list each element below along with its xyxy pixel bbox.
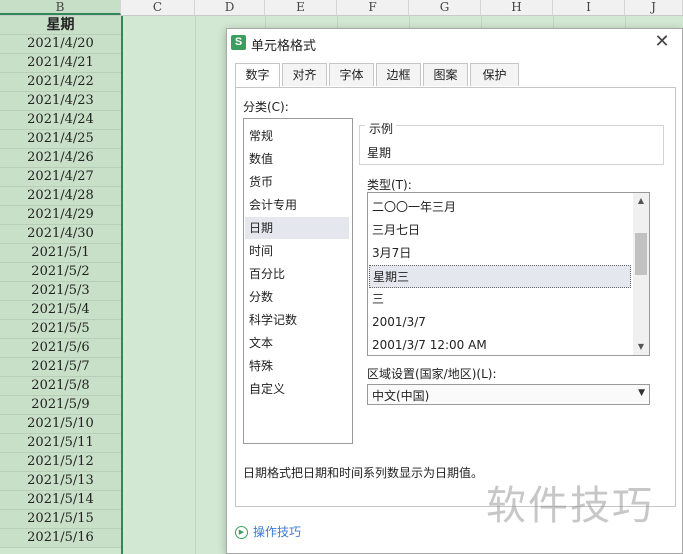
region-select[interactable]: 中文(中国) ▼ <box>367 384 650 405</box>
category-item[interactable]: 常规 <box>245 125 349 147</box>
date-cell[interactable]: 2021/5/14 <box>0 491 121 510</box>
type-item[interactable]: 二〇〇一年三月 <box>369 196 631 219</box>
date-cell[interactable]: 2021/5/6 <box>0 339 121 358</box>
region-value: 中文(中国) <box>372 389 430 403</box>
date-cell[interactable]: 2021/5/16 <box>0 529 121 548</box>
date-cell[interactable]: 2021/5/13 <box>0 472 121 491</box>
category-item[interactable]: 特殊 <box>245 355 349 377</box>
tab-alignment[interactable]: 对齐 <box>282 63 327 86</box>
close-button[interactable]: ✕ <box>652 32 672 52</box>
date-cell[interactable]: 2021/5/8 <box>0 377 121 396</box>
column-header-c[interactable]: C <box>121 0 195 15</box>
column-header-f[interactable]: F <box>337 0 409 15</box>
tab-font[interactable]: 字体 <box>329 63 374 86</box>
category-item[interactable]: 日期 <box>245 217 349 239</box>
category-item[interactable]: 会计专用 <box>245 194 349 216</box>
scroll-up-icon[interactable]: ▲ <box>633 193 649 209</box>
number-tab-panel: 分类(C): 常规 数值 货币 会计专用 日期 时间 百分比 分数 科学记数 文本 特殊 自定义 示例… <box>235 87 676 507</box>
date-cell[interactable]: 2021/5/3 <box>0 282 121 301</box>
sample-label: 示例 <box>367 120 396 137</box>
date-cell[interactable]: 2021/4/28 <box>0 187 121 206</box>
date-cell[interactable]: 2021/4/27 <box>0 168 121 187</box>
category-item[interactable]: 货币 <box>245 171 349 193</box>
column-header-row: B C D E F G H I J <box>0 0 683 16</box>
column-header-e[interactable]: E <box>265 0 337 15</box>
date-cell[interactable]: 2021/4/29 <box>0 206 121 225</box>
play-circle-icon: ▶ <box>235 526 248 539</box>
category-item[interactable]: 数值 <box>245 148 349 170</box>
category-item[interactable]: 百分比 <box>245 263 349 285</box>
date-cell[interactable]: 2021/4/21 <box>0 54 121 73</box>
date-cell[interactable]: 2021/4/20 <box>0 35 121 54</box>
dialog-titlebar[interactable]: S 单元格格式 ✕ <box>227 29 682 57</box>
tips-link[interactable]: ▶ 操作技巧 <box>235 523 301 540</box>
scroll-down-icon[interactable]: ▼ <box>633 339 649 355</box>
date-cell[interactable]: 2021/4/22 <box>0 73 121 92</box>
format-description: 日期格式把日期和时间系列数显示为日期值。 <box>243 466 484 480</box>
tab-protection[interactable]: 保护 <box>470 63 519 86</box>
type-item[interactable]: 2001/3/7 12:00 AM <box>369 334 631 355</box>
tab-number[interactable]: 数字 <box>235 63 280 88</box>
date-cell[interactable]: 2021/4/25 <box>0 130 121 149</box>
type-item[interactable]: 三 <box>369 288 631 311</box>
category-item[interactable]: 科学记数 <box>245 309 349 331</box>
header-cell[interactable]: 星期 <box>0 16 121 35</box>
type-item[interactable]: 3月7日 <box>369 242 631 265</box>
column-header-b[interactable]: B <box>0 0 121 15</box>
type-list-scrollbar[interactable]: ▲ ▼ <box>633 193 649 355</box>
date-cell[interactable]: 2021/5/12 <box>0 453 121 472</box>
category-list[interactable]: 常规 数值 货币 会计专用 日期 时间 百分比 分数 科学记数 文本 特殊 自定义 <box>243 118 353 444</box>
date-cell[interactable]: 2021/5/5 <box>0 320 121 339</box>
type-list[interactable]: 二〇〇一年三月 三月七日 3月7日 星期三三 2001/3/7 2001/3/7 12:0… <box>367 192 650 356</box>
date-cell[interactable]: 2021/5/15 <box>0 510 121 529</box>
tips-link-label: 操作技巧 <box>253 525 302 539</box>
date-cell[interactable]: 2021/5/9 <box>0 396 121 415</box>
date-cell[interactable]: 2021/4/30 <box>0 225 121 244</box>
date-cell[interactable]: 2021/5/2 <box>0 263 121 282</box>
category-item[interactable]: 文本 <box>245 332 349 354</box>
column-header-g[interactable]: G <box>409 0 481 15</box>
dialog-title: 单元格格式 <box>251 39 317 54</box>
category-item[interactable]: 自定义 <box>245 378 349 400</box>
format-cells-dialog: S 单元格格式 ✕ 数字 对齐 字体 边框 图案 保护 分类(C): 常规 数值货… <box>226 28 683 554</box>
column-header-d[interactable]: D <box>195 0 265 15</box>
type-label: 类型(T): <box>367 178 412 192</box>
column-header-h[interactable]: H <box>481 0 553 15</box>
type-item[interactable]: 2001/3/7 <box>369 311 631 334</box>
date-cell[interactable]: 2021/5/10 <box>0 415 121 434</box>
tab-border[interactable]: 边框 <box>376 63 421 86</box>
type-item[interactable]: 星期三 <box>369 265 631 288</box>
type-item[interactable]: 三月七日 <box>369 219 631 242</box>
date-cell[interactable]: 2021/5/11 <box>0 434 121 453</box>
category-item[interactable]: 分数 <box>245 286 349 308</box>
scroll-thumb[interactable] <box>635 233 647 275</box>
region-label: 区域设置(国家/地区)(L): <box>367 367 497 381</box>
date-cell[interactable]: 2021/5/4 <box>0 301 121 320</box>
date-cell[interactable]: 2021/4/26 <box>0 149 121 168</box>
category-label: 分类(C): <box>243 100 289 114</box>
sample-group-box <box>359 125 664 165</box>
dropdown-arrow-icon: ▼ <box>638 388 645 398</box>
date-cell[interactable]: 2021/5/1 <box>0 244 121 263</box>
grid-line <box>195 16 196 554</box>
column-header-j[interactable]: J <box>625 0 683 15</box>
category-item[interactable]: 时间 <box>245 240 349 262</box>
date-cell[interactable]: 2021/4/23 <box>0 92 121 111</box>
date-cell[interactable]: 2021/4/24 <box>0 111 121 130</box>
date-cell[interactable]: 2021/5/7 <box>0 358 121 377</box>
app-logo-icon: S <box>231 35 246 50</box>
column-header-i[interactable]: I <box>553 0 625 15</box>
tab-pattern[interactable]: 图案 <box>423 63 468 86</box>
sample-value: 星期 <box>367 146 392 160</box>
column-b-cells: 星期 2021/4/20 2021/4/21 2021/4/22 2021/4/23 2… <box>0 16 121 548</box>
